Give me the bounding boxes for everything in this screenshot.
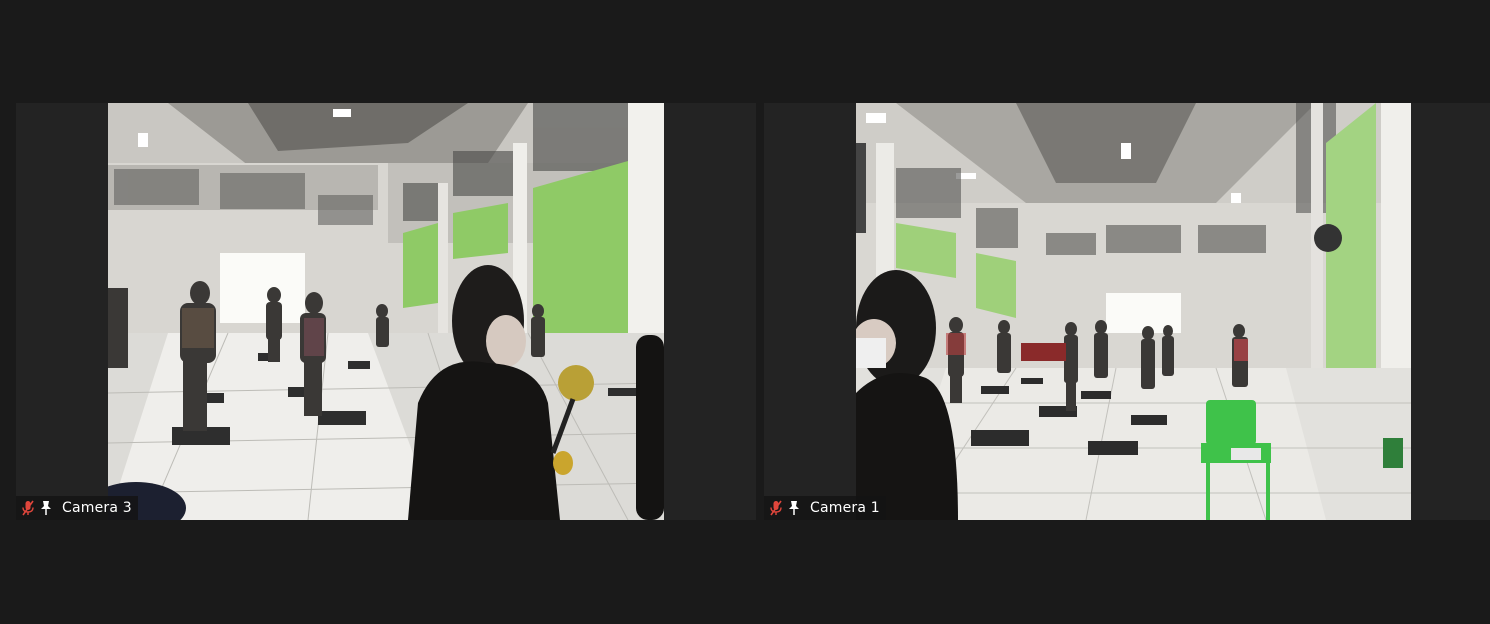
- video-tile-camera-1[interactable]: Camera 1: [764, 103, 1490, 520]
- pin-icon[interactable]: [788, 500, 800, 516]
- video-feed-camera-3: [108, 103, 664, 520]
- participant-name: Camera 1: [810, 500, 880, 516]
- video-feed-camera-1: [856, 103, 1411, 520]
- mic-muted-icon: [22, 500, 34, 516]
- participant-label-camera-1: Camera 1: [764, 496, 886, 520]
- video-tile-camera-3[interactable]: Camera 3: [16, 103, 756, 520]
- participant-name: Camera 3: [62, 500, 132, 516]
- pin-icon[interactable]: [40, 500, 52, 516]
- participant-label-camera-3: Camera 3: [16, 496, 138, 520]
- gallery-view: Camera 3 Camera 1: [0, 0, 1490, 624]
- mic-muted-icon: [770, 500, 782, 516]
